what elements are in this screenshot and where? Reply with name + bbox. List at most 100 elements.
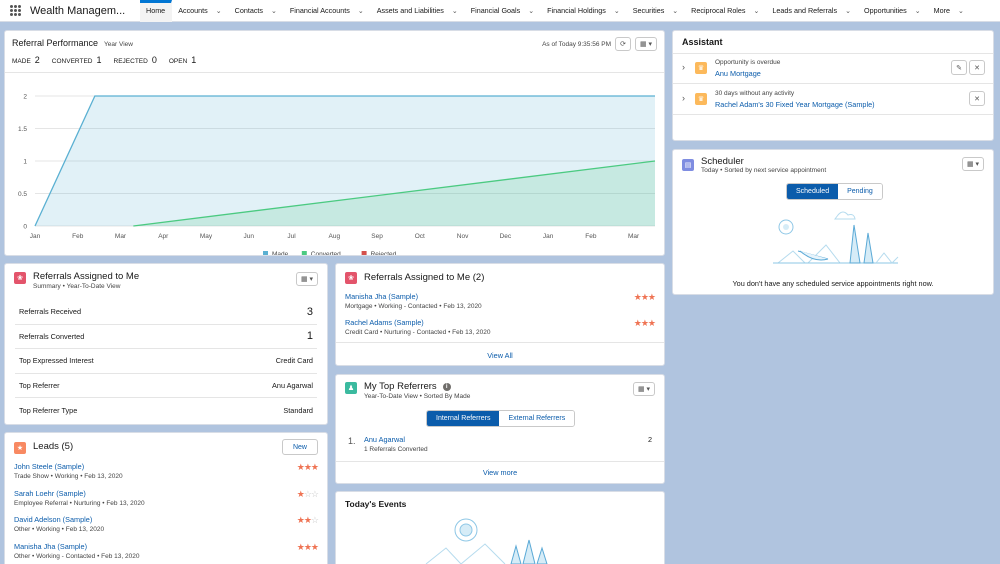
top-referrers-list: 1. Anu Agarwal 1 Referrals Converted 2: [348, 434, 652, 456]
tab-assets-and-liabilities[interactable]: Assets and Liabilities ⌄: [371, 0, 465, 22]
chevron-down-icon[interactable]: ⌄: [845, 7, 851, 15]
edit-button[interactable]: ✎: [951, 60, 967, 75]
lead-name-link[interactable]: David Adelson (Sample): [14, 515, 92, 524]
x-tick-label: Feb: [72, 233, 84, 240]
calendar-filter-button[interactable]: ▦ ▾: [633, 382, 655, 396]
tab-financial-accounts[interactable]: Financial Accounts ⌄: [284, 0, 371, 22]
legend-swatch: [361, 251, 367, 255]
tab-scheduled[interactable]: Scheduled: [787, 184, 839, 199]
x-tick-label: Mar: [115, 233, 127, 240]
tab-opportunities[interactable]: Opportunities ⌄: [858, 0, 928, 22]
new-lead-button[interactable]: New: [282, 439, 318, 455]
dismiss-button[interactable]: ✕: [969, 60, 985, 75]
x-tick-label: Nov: [457, 233, 469, 240]
referral-icon: ❀: [14, 272, 26, 284]
assistant-item: › ♛ Opportunity is overdue Anu Mortgage ✎ ✕: [673, 53, 993, 84]
tab-label: Financial Accounts: [289, 6, 350, 15]
chevron-down-icon[interactable]: ⌄: [672, 7, 678, 15]
rating-stars: ★★★: [297, 462, 319, 473]
calendar-filter-button[interactable]: ▦ ▾: [635, 37, 657, 51]
chevron-right-icon[interactable]: ›: [682, 62, 685, 72]
view-all-link[interactable]: View All: [336, 351, 664, 360]
y-tick-label: 1.5: [18, 126, 27, 133]
x-tick-label: Dec: [500, 233, 512, 240]
lead-name-link[interactable]: John Steele (Sample): [14, 462, 84, 471]
summary-row-value: Standard: [283, 405, 313, 415]
tab-financial-holdings[interactable]: Financial Holdings ⌄: [541, 0, 627, 22]
chevron-down-icon[interactable]: ⌄: [452, 7, 458, 15]
tab-label: More: [933, 6, 950, 15]
tab-financial-goals[interactable]: Financial Goals ⌄: [465, 0, 541, 22]
x-tick-label: Mar: [628, 233, 640, 240]
list-item: John Steele (Sample) Trade Show • Working…: [14, 461, 319, 488]
tab-external-referrers[interactable]: External Referrers: [499, 411, 575, 426]
info-icon[interactable]: i: [442, 382, 451, 391]
stat-made: MADE 2: [12, 55, 40, 65]
app-launcher-icon[interactable]: [0, 0, 30, 22]
rating-stars: ★★★: [297, 541, 319, 553]
close-icon: ✕: [974, 64, 980, 72]
app-name: Wealth Managem...: [30, 4, 126, 17]
list-item: David Adelson (Sample) Other • Working • …: [14, 514, 319, 541]
tab-contacts[interactable]: Contacts ⌄: [229, 0, 284, 22]
legend-swatch: [301, 251, 307, 255]
x-tick-label: Jul: [287, 233, 296, 240]
tab-home[interactable]: Home: [140, 0, 173, 22]
calendar-filter-button[interactable]: ▦ ▾: [962, 157, 984, 171]
assistant-link[interactable]: Anu Mortgage: [715, 69, 761, 78]
tab-securities[interactable]: Securities ⌄: [627, 0, 685, 22]
summary-row-label: Top Referrer: [19, 380, 60, 390]
referrer-meta: 1 Referrals Converted: [364, 446, 428, 453]
tab-label: Leads and Referrals: [772, 6, 838, 15]
referral-name-link[interactable]: Manisha Jha (Sample): [345, 292, 418, 301]
star-empty-icon: ☆: [303, 488, 312, 499]
global-nav: Wealth Managem... Home Accounts ⌄ Contacts ⌄…: [0, 0, 1000, 22]
tab-reciprocal-roles[interactable]: Reciprocal Roles ⌄: [685, 0, 766, 22]
chevron-down-icon[interactable]: ⌄: [271, 7, 277, 15]
leads-card: ★ Leads (5) New John Steele (Sample) Trad…: [4, 432, 328, 564]
chevron-down-icon[interactable]: ⌄: [915, 7, 921, 15]
assistant-list: › ♛ Opportunity is overdue Anu Mortgage ✎ ✕ › ♛…: [673, 53, 993, 115]
referral-name-link[interactable]: Rachel Adams (Sample): [345, 318, 424, 327]
card-title: Referral Performance: [12, 38, 99, 48]
dismiss-button[interactable]: ✕: [969, 91, 985, 106]
empty-state-illustration: [773, 211, 899, 264]
chevron-right-icon[interactable]: ›: [682, 93, 685, 103]
assistant-link[interactable]: Rachel Adam's 30 Fixed Year Mortgage (Sa…: [715, 100, 875, 109]
star-filled-icon: ★: [303, 515, 312, 525]
tab-more[interactable]: More ⌄: [928, 0, 971, 22]
chevron-down-icon[interactable]: ⌄: [754, 7, 760, 15]
y-tick-label: 0: [23, 224, 27, 231]
summary-row: Referrals Received 3: [15, 300, 317, 325]
star-filled-icon: ★: [633, 318, 642, 328]
calendar-icon: ▦ ▾: [966, 161, 980, 168]
events-title: Today's Events: [345, 499, 407, 509]
lead-name-link[interactable]: Sarah Loehr (Sample): [14, 489, 86, 498]
chevron-down-icon[interactable]: ⌄: [216, 7, 222, 15]
assistant-title: Assistant: [682, 37, 723, 47]
tab-pending[interactable]: Pending: [838, 184, 882, 199]
chevron-down-icon[interactable]: ⌄: [528, 7, 534, 15]
tab-leads-and-referrals[interactable]: Leads and Referrals ⌄: [766, 0, 858, 22]
tab-accounts[interactable]: Accounts ⌄: [172, 0, 228, 22]
referrer-icon: ♟: [345, 382, 357, 394]
assistant-actions: ✕: [969, 91, 985, 106]
calendar-filter-button[interactable]: ▦ ▾: [296, 272, 318, 286]
stat-label: MADE: [12, 58, 31, 65]
summary-row-label: Top Referrer Type: [19, 405, 78, 415]
star-filled-icon: ★: [310, 541, 319, 552]
view-more-link[interactable]: View more: [336, 468, 664, 477]
refresh-button[interactable]: ⟳: [615, 37, 631, 51]
chevron-down-icon[interactable]: ⌄: [614, 7, 620, 15]
chevron-down-icon[interactable]: ⌄: [958, 7, 964, 15]
top-referrers-card: ♟ My Top Referrers i Year-To-Date View •…: [335, 374, 665, 484]
y-tick-label: 0.5: [18, 191, 27, 198]
rating-stars: ★★★: [633, 318, 656, 329]
leads-list: John Steele (Sample) Trade Show • Working…: [14, 461, 319, 564]
referrer-name-link[interactable]: Anu Agarwal: [364, 435, 405, 444]
lead-name-link[interactable]: Manisha Jha (Sample): [14, 542, 87, 551]
chevron-down-icon[interactable]: ⌄: [358, 7, 364, 15]
referrer-count: 2: [647, 435, 652, 444]
scheduler-subtitle: Today • Sorted by next service appointme…: [701, 167, 827, 174]
tab-internal-referrers[interactable]: Internal Referrers: [427, 411, 500, 426]
